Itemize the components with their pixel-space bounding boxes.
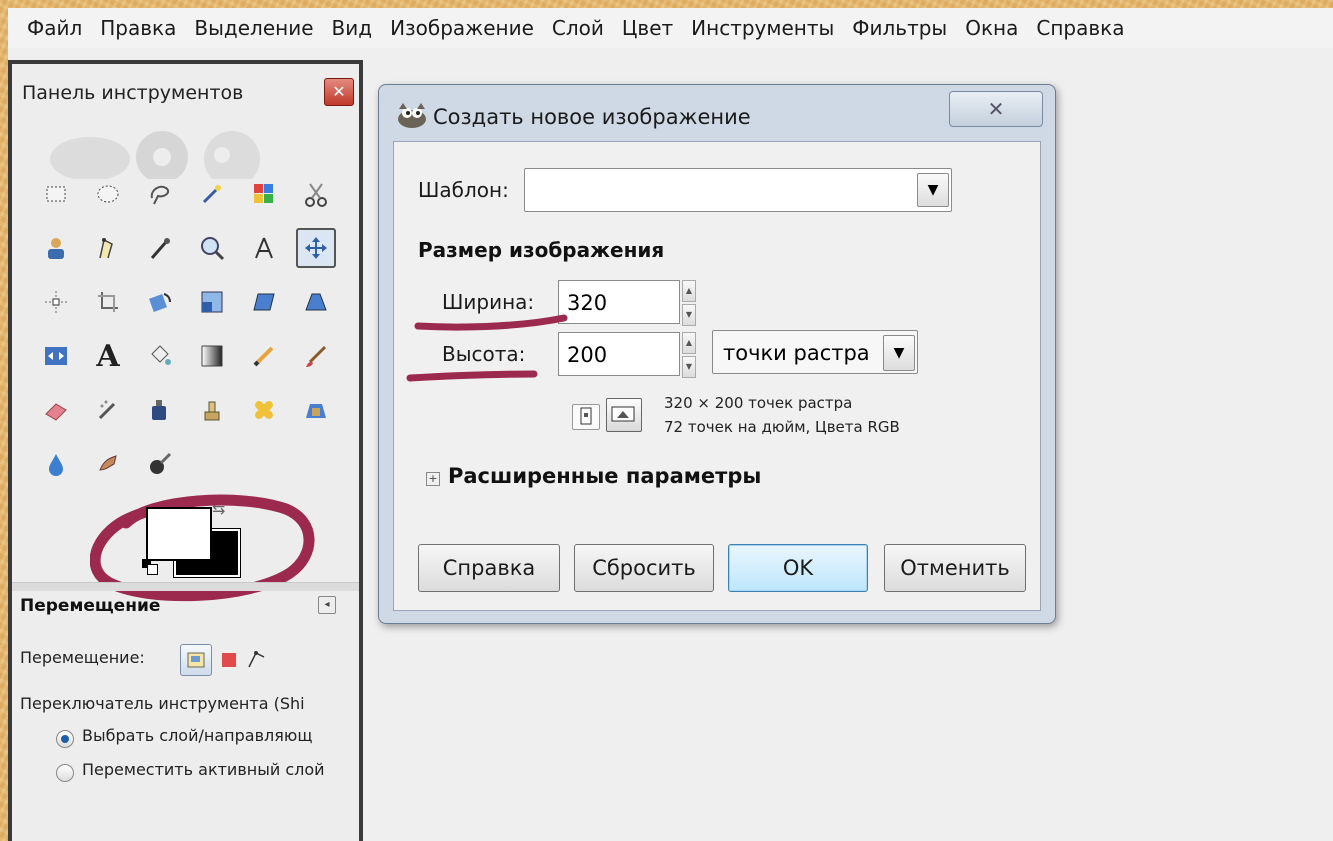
expand-icon[interactable]: + — [426, 472, 440, 486]
chevron-down-icon[interactable]: ▼ — [917, 173, 949, 207]
radio-pick-layer-label: Выбрать слой/направляющ — [82, 726, 313, 745]
menu-view[interactable]: Вид — [323, 8, 382, 48]
chevron-down-icon[interactable]: ▼ — [883, 335, 915, 371]
tool-grid: A — [36, 174, 356, 498]
tool-options-title: Перемещение — [20, 596, 161, 616]
blend-icon[interactable] — [192, 336, 232, 376]
new-image-dialog: Создать новое изображение ✕ Шаблон: ▼ Ра… — [378, 84, 1056, 624]
cancel-button[interactable]: Отменить — [884, 544, 1026, 592]
portrait-orientation-icon[interactable] — [572, 404, 600, 430]
annotation-underline-height-mark — [406, 370, 538, 382]
align-icon[interactable] — [36, 282, 76, 322]
menu-bar: Файл Правка Выделение Вид Изображение Сл… — [8, 8, 1333, 48]
ink-icon[interactable] — [140, 390, 180, 430]
reset-button[interactable]: Сбросить — [574, 544, 714, 592]
width-stepper[interactable]: ▲ ▼ — [682, 280, 696, 326]
radio-move-active-layer[interactable] — [56, 764, 74, 782]
move-selection-icon[interactable] — [222, 653, 236, 667]
gimp-app: Файл Правка Выделение Вид Изображение Сл… — [8, 8, 1333, 841]
menu-filters[interactable]: Фильтры — [843, 8, 956, 48]
rect-select-icon[interactable] — [36, 174, 76, 214]
toolbox-panel: Панель инструментов ✕ A ⇆ Перемещение ◂ … — [12, 64, 359, 841]
zoom-icon[interactable] — [192, 228, 232, 268]
close-icon[interactable]: ✕ — [949, 91, 1043, 127]
eraser-icon[interactable] — [36, 390, 76, 430]
template-label: Шаблон: — [418, 178, 509, 202]
wilber-logo-icon — [50, 131, 260, 179]
color-picker-icon[interactable] — [140, 228, 180, 268]
paintbrush-icon[interactable] — [296, 336, 336, 376]
text-icon[interactable]: A — [88, 336, 128, 376]
width-input[interactable]: 320 — [558, 280, 680, 324]
move-mode-buttons — [180, 644, 268, 676]
toolbox-title: Панель инструментов — [22, 82, 244, 104]
perspective-icon[interactable] — [296, 282, 336, 322]
advanced-options-toggle[interactable]: Расширенные параметры — [448, 464, 761, 488]
height-stepper[interactable]: ▲ ▼ — [682, 332, 696, 378]
airbrush-icon[interactable] — [88, 390, 128, 430]
select-by-color-icon[interactable] — [244, 174, 284, 214]
height-label: Высота: — [442, 342, 526, 366]
move-icon[interactable] — [296, 228, 336, 268]
move-path-icon[interactable] — [246, 647, 268, 673]
menu-image[interactable]: Изображение — [381, 8, 543, 48]
crop-icon[interactable] — [88, 282, 128, 322]
width-label: Ширина: — [442, 290, 535, 314]
tool-options-menu-icon[interactable]: ◂ — [318, 596, 336, 614]
menu-edit[interactable]: Правка — [91, 8, 185, 48]
bucket-fill-icon[interactable] — [140, 336, 180, 376]
pencil-icon[interactable] — [244, 336, 284, 376]
gimp-wilber-icon — [398, 103, 426, 128]
toolbox-window: Панель инструментов ✕ A ⇆ Перемещение ◂ … — [8, 60, 363, 841]
blur-icon[interactable] — [36, 444, 76, 484]
scissors-icon[interactable] — [296, 174, 336, 214]
height-input[interactable]: 200 — [558, 332, 680, 376]
menu-colors[interactable]: Цвет — [613, 8, 682, 48]
rotate-icon[interactable] — [140, 282, 180, 322]
fuzzy-select-icon[interactable] — [192, 174, 232, 214]
annotation-underline-width-mark — [414, 314, 568, 331]
image-size-heading: Размер изображения — [418, 238, 665, 262]
clone-icon[interactable] — [192, 390, 232, 430]
tool-switch-label: Переключатель инструмента (Shi — [20, 694, 305, 713]
menu-layer[interactable]: Слой — [543, 8, 613, 48]
close-icon[interactable]: ✕ — [324, 78, 354, 106]
menu-windows[interactable]: Окна — [956, 8, 1027, 48]
unit-select[interactable]: точки растра ▼ — [712, 330, 918, 374]
dodge-burn-icon[interactable] — [140, 444, 180, 484]
template-combo[interactable]: ▼ — [524, 168, 952, 212]
foreground-select-icon[interactable] — [36, 228, 76, 268]
size-info-line1: 320 × 200 точек растра — [664, 394, 853, 412]
measure-icon[interactable] — [244, 228, 284, 268]
move-mode-label: Перемещение: — [20, 648, 145, 667]
menu-select[interactable]: Выделение — [185, 8, 322, 48]
radio-move-active-layer-label: Переместить активный слой — [82, 760, 325, 779]
shear-icon[interactable] — [244, 282, 284, 322]
heal-icon[interactable] — [244, 390, 284, 430]
menu-file[interactable]: Файл — [18, 8, 91, 48]
scale-icon[interactable] — [192, 282, 232, 322]
ellipse-select-icon[interactable] — [88, 174, 128, 214]
unit-value: точки растра — [723, 341, 870, 365]
landscape-orientation-icon[interactable] — [606, 398, 642, 432]
radio-pick-layer[interactable] — [56, 730, 74, 748]
help-button[interactable]: Справка — [418, 544, 560, 592]
smudge-icon[interactable] — [88, 444, 128, 484]
size-info-line2: 72 точек на дюйм, Цвета RGB — [664, 418, 900, 436]
options-separator[interactable] — [12, 582, 359, 591]
dialog-body: Шаблон: ▼ Размер изображения Ширина: 320… — [393, 141, 1041, 611]
flip-icon[interactable] — [36, 336, 76, 376]
ok-button[interactable]: OK — [728, 544, 868, 592]
free-select-icon[interactable] — [140, 174, 180, 214]
menu-tools[interactable]: Инструменты — [682, 8, 843, 48]
menu-help[interactable]: Справка — [1027, 8, 1133, 48]
perspective-clone-icon[interactable] — [296, 390, 336, 430]
move-layer-icon[interactable] — [180, 644, 212, 676]
foreground-color-swatch[interactable] — [146, 507, 212, 561]
dialog-title: Создать новое изображение — [433, 105, 751, 129]
paths-icon[interactable] — [88, 228, 128, 268]
